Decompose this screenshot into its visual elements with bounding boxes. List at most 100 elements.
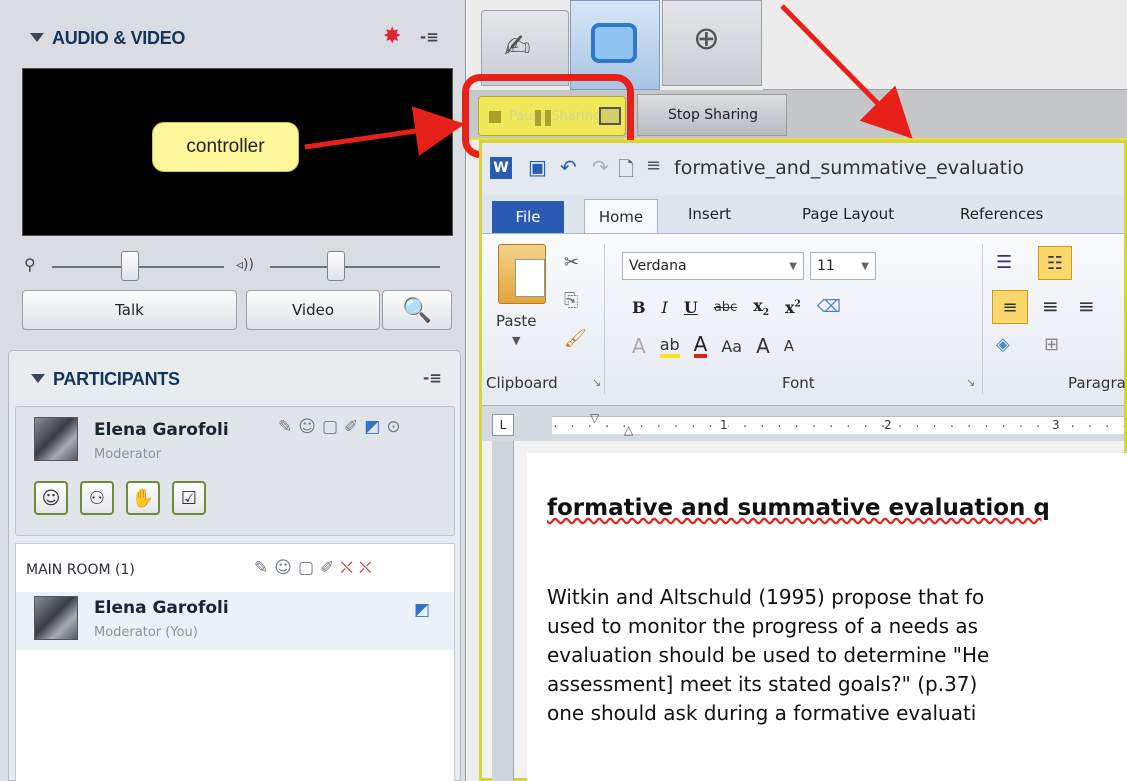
tab-home[interactable]: Home <box>584 199 658 234</box>
paste-page-icon <box>515 259 545 297</box>
app-share-area: ✍ ⊕ Pause Sharing Stop Sharing W ▣ ↶ ↷ 🗋… <box>462 0 1127 781</box>
step-away-button-icon[interactable]: ⚇ <box>80 481 114 515</box>
tab-selector-icon[interactable]: L <box>492 414 514 436</box>
copy-icon[interactable]: ⎘ <box>564 290 578 311</box>
group-divider <box>982 244 983 394</box>
current-user-name: Elena Garofoli <box>94 420 229 440</box>
moderator-permission-icon[interactable]: ✎ <box>254 558 268 578</box>
whiteboard-icon: ✍ <box>504 27 531 65</box>
change-case-icon[interactable]: Aa <box>721 337 742 356</box>
video-preview-icon[interactable]: 🔍 <box>382 290 452 330</box>
document-body: Witkin and Altschuld (1995) propose that… <box>547 583 989 728</box>
align-right-icon[interactable]: ≡ <box>1078 294 1095 318</box>
app-share-icon: ◩ <box>364 417 381 437</box>
paste-dropdown-icon[interactable]: ▼ <box>512 334 520 347</box>
clear-formatting-icon[interactable]: ⌫ <box>817 297 841 317</box>
paste-button[interactable]: Paste <box>496 312 537 330</box>
strikethrough-icon[interactable]: abc <box>714 300 737 315</box>
save-icon[interactable]: ▣ <box>528 155 547 179</box>
speaker-volume-slider[interactable] <box>327 251 345 281</box>
numbering-icon[interactable]: ☷ <box>1038 246 1072 280</box>
vertical-ruler <box>492 441 514 781</box>
superscript-icon[interactable]: x2 <box>785 298 801 317</box>
tab-file[interactable]: File <box>492 201 564 233</box>
stop-sharing-tab[interactable]: Stop Sharing <box>637 94 787 136</box>
customize-qat-icon[interactable]: ≡ <box>646 155 661 176</box>
group-divider <box>604 244 605 394</box>
chevron-down-icon: ▼ <box>789 260 797 272</box>
document-line: Witkin and Altschuld (1995) propose that… <box>547 585 985 609</box>
paragraph-group-label: Paragra <box>1068 374 1126 392</box>
document-page[interactable]: formative and summative evaluation q Wit… <box>527 453 1127 781</box>
chevron-down-icon: ▼ <box>861 260 869 272</box>
ruler-mark-1: 1 <box>720 418 728 432</box>
document-line: evaluation should be used to determine "… <box>547 643 990 667</box>
chat-permission-icon[interactable]: ▢ <box>298 558 314 578</box>
app-share-permission-icon[interactable]: ⛌ <box>340 558 353 578</box>
audio-video-header[interactable]: AUDIO & VIDEO <box>30 28 185 49</box>
document-heading: formative and summative evaluation q <box>547 495 1050 521</box>
subscript-icon[interactable]: x2 <box>753 296 769 318</box>
redo-icon[interactable]: ↷ <box>592 155 609 179</box>
mic-volume-slider[interactable] <box>121 251 139 281</box>
participant-name: Elena Garofoli <box>94 598 229 618</box>
whiteboard-permission-icon[interactable]: ✐ <box>320 558 334 578</box>
document-line: used to monitor the progress of a needs … <box>547 614 979 638</box>
controller-callout: controller <box>152 122 299 172</box>
talk-button[interactable]: Talk <box>22 290 237 330</box>
shrink-font-icon[interactable]: A <box>784 337 794 355</box>
web-tour-tab[interactable]: ⊕ <box>662 0 762 86</box>
ribbon-tabs: File Home Insert Page Layout References <box>482 195 1124 234</box>
avatar <box>34 417 78 461</box>
bold-icon[interactable]: B <box>632 298 646 317</box>
font-name-box[interactable]: Verdana ▼ <box>622 252 804 280</box>
italic-icon[interactable]: I <box>662 298 668 317</box>
participants-menu-icon[interactable]: -≡ <box>423 369 442 387</box>
video-button[interactable]: Video <box>246 290 380 330</box>
document-line: assessment] meet its stated goals?" (p.3… <box>547 672 978 696</box>
text-highlight-icon[interactable]: ab <box>659 335 680 358</box>
font-size-box[interactable]: 11 ▼ <box>810 252 876 280</box>
paste-clipboard-icon[interactable] <box>498 244 546 304</box>
ruler-mark-3: 3 <box>1052 418 1060 432</box>
align-left-icon[interactable]: ≡ <box>992 290 1028 324</box>
quick-access-toolbar: W ▣ ↶ ↷ 🗋 ≡ formative_and_summative_eval… <box>482 143 1124 195</box>
cut-icon[interactable]: ✂ <box>564 252 579 273</box>
document-title: formative_and_summative_evaluatio <box>674 157 1025 179</box>
underline-icon[interactable]: U <box>684 298 698 317</box>
audio-icon: ☺ <box>298 417 316 437</box>
raise-hand-button-icon[interactable]: ✋ <box>126 481 160 515</box>
clipboard-launcher-icon[interactable]: ↘ <box>592 376 601 389</box>
poll-response-button-icon[interactable]: ☑ <box>172 481 206 515</box>
speaker-volume-track <box>270 266 440 268</box>
document-line: one should ask during a formative evalua… <box>547 701 977 725</box>
microphone-icon: ⚲ <box>24 255 36 274</box>
tab-insert[interactable]: Insert <box>688 205 731 223</box>
tab-page-layout[interactable]: Page Layout <box>802 205 894 223</box>
audio-permission-icon[interactable]: ☺ <box>274 558 292 578</box>
undo-icon[interactable]: ↶ <box>560 155 577 179</box>
align-center-icon[interactable]: ≡ <box>1042 294 1059 318</box>
settings-gear-icon[interactable]: ✸ <box>383 24 401 49</box>
app-share-icon <box>591 23 637 63</box>
collaborate-panel: AUDIO & VIDEO ✸ -≡ controller ⚲ ◃)) Talk… <box>0 0 466 781</box>
borders-icon[interactable]: ⊞ <box>1044 334 1059 355</box>
collapse-triangle-icon <box>30 33 44 42</box>
list-item[interactable]: Elena Garofoli Moderator (You) ◩ <box>16 592 454 650</box>
word-icon[interactable]: W <box>490 157 512 179</box>
participants-header[interactable]: PARTICIPANTS <box>31 369 180 390</box>
font-color-icon[interactable]: A <box>693 334 708 358</box>
web-tour-permission-icon[interactable]: ⛌ <box>359 558 372 578</box>
grow-font-icon[interactable]: A <box>756 334 770 358</box>
panel-menu-icon[interactable]: -≡ <box>420 28 439 46</box>
shading-icon[interactable]: ◈ <box>996 334 1010 355</box>
moderator-icon: ✎ <box>278 417 293 437</box>
bullets-icon[interactable]: ☰ <box>996 252 1012 273</box>
main-room-label: MAIN ROOM (1) <box>26 562 135 578</box>
tab-references[interactable]: References <box>960 205 1043 223</box>
format-painter-icon[interactable]: 🖌 <box>564 328 587 349</box>
emoticon-button-icon[interactable]: ☺ <box>34 481 68 515</box>
text-effects-icon[interactable]: A <box>632 334 646 358</box>
font-launcher-icon[interactable]: ↘ <box>966 376 975 389</box>
print-preview-icon[interactable]: 🗋 <box>618 155 634 189</box>
